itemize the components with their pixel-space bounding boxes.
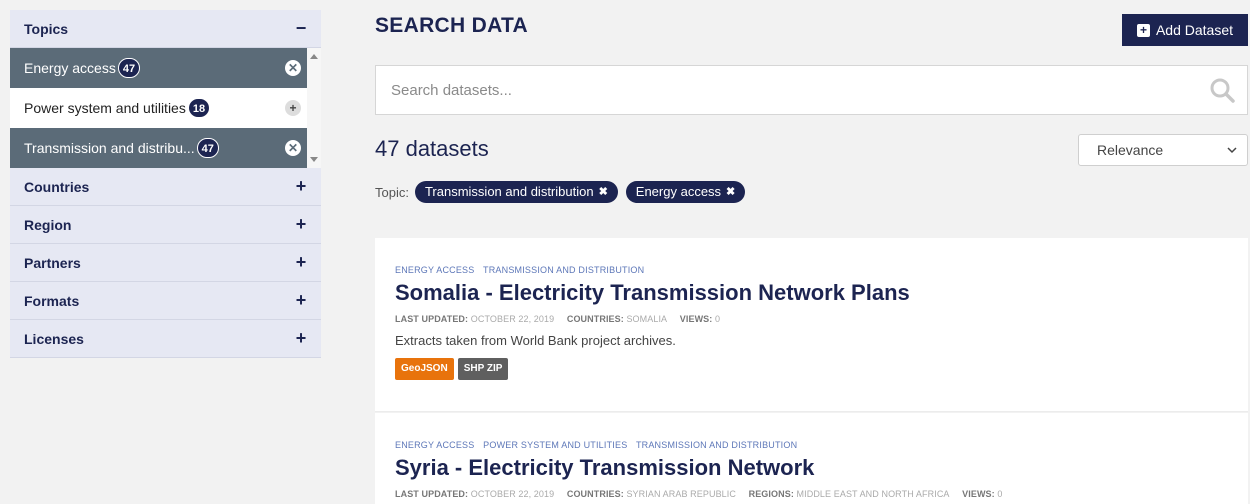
tag-link[interactable]: POWER SYSTEM AND UTILITIES [483,440,627,450]
meta-label: LAST UPDATED: [395,489,469,499]
close-icon[interactable]: ✖ [599,181,608,203]
expand-icon[interactable]: + [294,214,308,235]
results-count: 47 datasets [375,136,489,161]
facet-label: Region [24,216,72,233]
topic-item-energy-access[interactable]: Energy access 47 ✕ [10,48,307,88]
filter-chip-energy-access[interactable]: Energy access ✖ [625,181,746,203]
meta-label: VIEWS: [679,314,713,324]
meta-label: LAST UPDATED: [395,314,469,324]
facet-label: Countries [24,178,90,195]
format-badges: GeoJSON SHP ZIP [395,358,1228,380]
meta-value: 0 [715,314,721,324]
facet-licenses-header[interactable]: Licenses + [10,320,321,358]
tag-link[interactable]: ENERGY ACCESS [395,440,474,450]
dataset-description: Extracts taken from World Bank project a… [395,333,676,348]
meta-value: SOMALIA [626,314,668,324]
filter-label: Topic: [375,184,409,200]
search-input[interactable] [376,66,1197,114]
topic-label: Energy access [24,60,116,76]
topic-label: Transmission and distribu... [24,140,195,156]
format-badge-shp-zip[interactable]: SHP ZIP [457,358,509,380]
tag-link[interactable]: ENERGY ACCESS [395,265,474,275]
plus-icon: + [1136,23,1150,37]
dataset-title-link[interactable]: Syria - Electricity Transmission Network [395,455,1228,481]
meta-value: OCTOBER 22, 2019 [470,314,555,324]
dataset-tags: ENERGY ACCESS TRANSMISSION AND DISTRIBUT… [395,238,1228,275]
active-filters: Topic: Transmission and distribution ✖ E… [375,181,747,203]
search-bar [375,65,1248,115]
facet-countries-header[interactable]: Countries + [10,168,321,206]
tag-link[interactable]: TRANSMISSION AND DISTRIBUTION [483,265,644,275]
meta-value: OCTOBER 22, 2019 [470,489,555,499]
topic-label: Power system and utilities [24,100,186,116]
dataset-card: ENERGY ACCESS TRANSMISSION AND DISTRIBUT… [375,238,1248,412]
facet-label: Partners [24,254,81,271]
scroll-up-icon[interactable] [310,54,318,59]
facet-label: Licenses [24,330,84,347]
topic-count-badge: 47 [196,138,219,158]
topics-scrollbar[interactable] [307,48,321,168]
meta-label: VIEWS: [962,489,995,499]
add-dataset-button[interactable]: + Add Dataset [1122,14,1248,46]
meta-label: REGIONS: [748,489,794,499]
expand-icon[interactable]: + [294,176,308,197]
remove-icon[interactable]: ✕ [285,140,301,156]
tag-link[interactable]: TRANSMISSION AND DISTRIBUTION [636,440,797,450]
remove-icon[interactable]: ✕ [285,60,301,76]
meta-value: 0 [997,489,1003,499]
sort-select[interactable]: Relevance [1078,134,1248,166]
topics-list: Energy access 47 ✕ Power system and util… [10,48,321,168]
dataset-meta: LAST UPDATED: OCTOBER 22, 2019 COUNTRIES… [395,489,1228,499]
scroll-down-icon[interactable] [310,157,318,162]
meta-label: COUNTRIES: [566,489,624,499]
facet-label: Formats [24,292,80,309]
topic-item-transmission[interactable]: Transmission and distribu... 47 ✕ [10,128,307,168]
filter-chip-label: Energy access [635,184,722,199]
meta-value: MIDDLE EAST AND NORTH AFRICA [796,489,950,499]
format-badge-geojson[interactable]: GeoJSON [395,358,454,380]
chevron-down-icon [1227,146,1237,153]
sort-value: Relevance [1097,142,1164,158]
topic-item-power-system[interactable]: Power system and utilities 18 + [10,88,307,128]
dataset-card: ENERGY ACCESS POWER SYSTEM AND UTILITIES… [375,413,1248,504]
filter-sidebar: Topics − Energy access 47 ✕ Power system… [10,10,321,358]
expand-icon[interactable]: + [294,290,308,311]
filter-chip-transmission[interactable]: Transmission and distribution ✖ [414,181,618,203]
meta-value: SYRIAN ARAB REPUBLIC [626,489,736,499]
dataset-title-link[interactable]: Somalia - Electricity Transmission Netwo… [395,280,1228,306]
meta-label: COUNTRIES: [566,314,624,324]
dataset-tags: ENERGY ACCESS POWER SYSTEM AND UTILITIES… [395,413,1228,450]
filter-chip-label: Transmission and distribution [424,184,594,199]
facet-partners-header[interactable]: Partners + [10,244,321,282]
add-dataset-label: Add Dataset [1155,22,1234,38]
collapse-icon[interactable]: − [294,18,308,39]
expand-icon[interactable]: + [294,328,308,349]
dataset-meta: LAST UPDATED: OCTOBER 22, 2019 COUNTRIES… [395,314,1228,324]
topic-count-badge: 18 [187,98,211,118]
page-title: SEARCH DATA [375,14,529,37]
add-icon[interactable]: + [285,100,301,116]
facet-topics-header[interactable]: Topics − [10,10,321,48]
close-icon[interactable]: ✖ [726,181,735,203]
facet-topics-label: Topics [24,20,69,37]
facet-region-header[interactable]: Region + [10,206,321,244]
topic-count-badge: 47 [117,58,141,78]
facet-formats-header[interactable]: Formats + [10,282,321,320]
search-icon[interactable] [1197,66,1247,114]
expand-icon[interactable]: + [294,252,308,273]
